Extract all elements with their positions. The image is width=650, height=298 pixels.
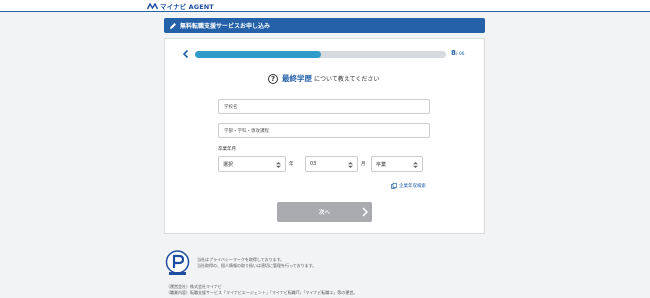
graduation-month-select[interactable]: 03 [305, 156, 358, 172]
progress-bar-fill [195, 51, 321, 58]
graduation-status-value: 卒業 [376, 161, 387, 168]
faculty-placeholder: 学部・学科・専攻課程 [224, 128, 269, 134]
page-title: 無料転職支援サービスお申し込み [180, 23, 271, 30]
question-highlight: 最終学歴 [282, 74, 312, 83]
pencil-icon [170, 22, 176, 29]
form-header: 無料転職支援サービスお申し込み [164, 18, 485, 33]
graduation-month-value: 03 [310, 161, 317, 167]
brand-logo[interactable]: マイナビ AGENT [147, 2, 214, 11]
select-arrows-icon [276, 162, 281, 168]
top-bar: マイナビ AGENT [0, 0, 650, 12]
select-arrows-icon [348, 162, 353, 168]
chevron-right-icon [362, 207, 368, 217]
footer-service: （職業内容）転職支援サービス「マイナビエージェント」「マイナビ転職IT」「マイナ… [166, 290, 358, 295]
graduation-status-select[interactable]: 卒業 [371, 156, 423, 172]
step-total: / 06 [455, 52, 465, 57]
graduation-year-value: 選択 [223, 161, 234, 168]
progress-bar [195, 51, 446, 58]
question-heading: ? 最終学歴 について教えてください [268, 73, 379, 84]
select-arrows-icon [413, 162, 418, 168]
question-text: について教えてください [314, 76, 380, 83]
school-name-placeholder: 学校名 [224, 104, 238, 110]
logo-mark-icon [147, 2, 158, 9]
privacy-line-2: 当社取得の、個人情報の取り扱いは適切に管理を行っております。 [197, 263, 317, 268]
footer-notes: （運営会社）株式会社マイナビ （職業内容）転職支援サービス「マイナビエージェント… [166, 284, 357, 296]
privacy-mark-logo [165, 250, 190, 275]
step-indicator: 8/ 06 [451, 49, 465, 57]
question-circle-icon: ? [268, 73, 278, 84]
year-unit-label: 年 [289, 162, 294, 167]
school-name-input[interactable]: 学校名 [218, 99, 430, 114]
graduation-label: 卒業年月 [218, 147, 236, 152]
company-salary-search-label: 企業年収検索 [399, 184, 426, 189]
privacy-mark-text: 当社はプライバシーマークを取得しております。 当社取得の、個人情報の取り扱いは適… [197, 257, 316, 269]
faculty-input[interactable]: 学部・学科・専攻課程 [218, 123, 430, 138]
copy-icon [391, 183, 397, 189]
next-button[interactable]: 次へ [277, 202, 372, 222]
back-arrow-icon[interactable] [181, 49, 191, 59]
next-button-label: 次へ [318, 210, 330, 216]
month-unit-label: 月 [361, 162, 366, 167]
logo-text: マイナビ AGENT [160, 3, 214, 11]
company-salary-search-link[interactable]: 企業年収検索 [391, 183, 426, 189]
graduation-year-select[interactable]: 選択 [218, 156, 286, 172]
